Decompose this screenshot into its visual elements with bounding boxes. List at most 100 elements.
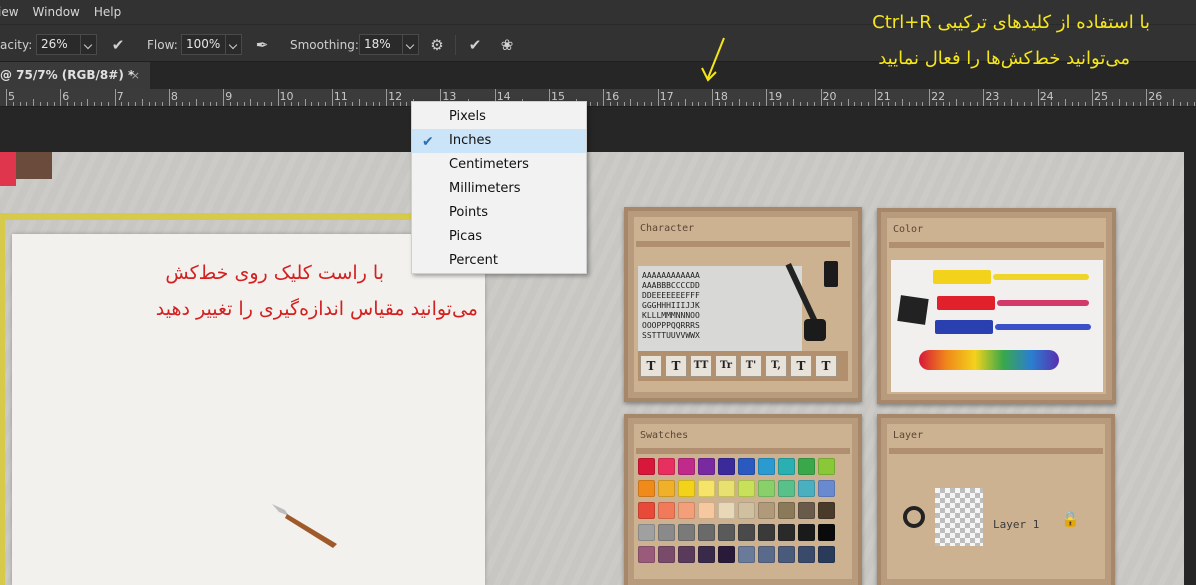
- photoshop-window: iew Window Help acity: 26% ✔ Flow: 100% …: [0, 0, 1196, 585]
- ruler-tick: [1125, 102, 1127, 106]
- type-tile: T,: [765, 355, 787, 377]
- ruler-tick: [168, 89, 170, 106]
- ruler-tick: [691, 102, 693, 106]
- ruler-tick: [304, 99, 306, 106]
- ruler-tick: [963, 102, 965, 106]
- symmetry-butterfly-icon[interactable]: ❀: [497, 35, 517, 55]
- airbrush-icon[interactable]: ✒: [252, 35, 272, 55]
- ruler-tick: [1085, 102, 1087, 106]
- menu-item-percent[interactable]: Percent: [412, 249, 586, 273]
- ruler-tick: [60, 89, 62, 106]
- opacity-dropdown[interactable]: [81, 34, 97, 55]
- menu-item-picas[interactable]: Picas: [412, 225, 586, 249]
- paint-swatch: [658, 458, 675, 475]
- ruler-label: 5: [8, 90, 15, 103]
- ruler-tick: [684, 99, 686, 106]
- blue-tube: [935, 320, 993, 334]
- smoothing-dropdown[interactable]: [403, 34, 419, 55]
- ruler-tick: [39, 102, 41, 106]
- paint-swatch: [678, 458, 695, 475]
- menu-item-pixels[interactable]: Pixels: [412, 105, 586, 129]
- red-tube: [937, 296, 995, 310]
- menu-view[interactable]: iew: [0, 5, 27, 19]
- menu-item-inches[interactable]: ✔ Inches: [412, 129, 586, 153]
- options-separator: [455, 35, 456, 55]
- ruler-tick: [196, 99, 198, 106]
- ruler-tick: [331, 89, 333, 106]
- ruler-tick: [1044, 102, 1046, 106]
- opacity-field[interactable]: 26%: [36, 34, 81, 55]
- ruler-tick: [1071, 102, 1073, 106]
- paint-swatch: [738, 502, 755, 519]
- paint-swatch: [738, 524, 755, 541]
- paint-swatch: [638, 480, 655, 497]
- ruler-tick: [1193, 102, 1195, 106]
- paint-swatch: [798, 458, 815, 475]
- smoothing-field[interactable]: 18%: [359, 34, 403, 55]
- ruler-tick: [610, 102, 612, 106]
- stencil-letters: AAAAAAAAAAAA AAABBBCCCCDD DDEEEEEEEFFF G…: [642, 271, 700, 340]
- ruler-tick: [6, 89, 7, 106]
- ruler-tick: [976, 102, 978, 106]
- ruler-tick: [372, 102, 374, 106]
- ruler-tick: [325, 102, 326, 106]
- ruler-tape-horizontal: [0, 213, 412, 220]
- ruler-tick: [121, 102, 123, 106]
- ruler-tick: [73, 102, 75, 106]
- ruler-tick: [236, 102, 238, 106]
- gear-icon[interactable]: ⚙: [427, 35, 447, 55]
- layer-box-label: Layer: [893, 430, 924, 441]
- pressure-opacity-icon[interactable]: ✔: [108, 35, 128, 55]
- ruler-tick: [399, 102, 401, 106]
- ruler-units-menu: Pixels ✔ Inches Centimeters Millimeters …: [411, 101, 587, 274]
- paint-swatch: [638, 524, 655, 541]
- document-tab[interactable]: @ 75/7% (RGB/8#) * ×: [0, 62, 150, 89]
- ruler-tick: [257, 102, 259, 106]
- pressure-size-icon[interactable]: ✔: [465, 35, 485, 55]
- ruler-tick: [284, 102, 286, 106]
- ruler-label: 6: [62, 90, 70, 103]
- ruler-tick: [874, 89, 876, 106]
- paint-swatch: [718, 524, 735, 541]
- ruler-tick: [1037, 89, 1039, 106]
- menu-item-points[interactable]: Points: [412, 201, 586, 225]
- ruler-tick: [33, 99, 35, 106]
- ruler-tick: [1010, 99, 1012, 106]
- horizontal-ruler[interactable]: 5 6 7 8 9 10 11 12 13 14 15 16 17 18 19 20 21 22 23 24 25 26: [0, 89, 1196, 107]
- ruler-tick: [759, 102, 761, 106]
- ruler-tick: [623, 102, 625, 106]
- ruler-tick: [766, 89, 768, 106]
- ruler-tick: [800, 102, 802, 106]
- ruler-tick: [705, 102, 707, 106]
- paint-swatch: [658, 480, 675, 497]
- ruler-tick: [94, 102, 96, 106]
- paint-swatch: [798, 524, 815, 541]
- ruler-tick: [589, 102, 591, 106]
- ruler-tick: [1064, 99, 1066, 106]
- ruler-tick: [379, 102, 381, 106]
- ruler-tick: [786, 102, 788, 106]
- character-box: Character AAAAAAAAAAAA AAABBBCCCCDD DDEE…: [624, 207, 862, 402]
- ruler-tick: [827, 102, 829, 106]
- menu-item-millimeters[interactable]: Millimeters: [412, 177, 586, 201]
- ruler-tick: [1112, 102, 1114, 106]
- menu-item-centimeters[interactable]: Centimeters: [412, 153, 586, 177]
- ruler-tick: [1024, 102, 1026, 106]
- menu-item-label: Pixels: [449, 109, 486, 124]
- ruler-tick: [270, 102, 272, 106]
- menu-help[interactable]: Help: [94, 5, 129, 19]
- pink-object: [0, 152, 16, 186]
- paint-swatch: [778, 546, 795, 563]
- menu-window[interactable]: Window: [33, 5, 88, 19]
- type-tile: T: [640, 355, 662, 377]
- flow-field[interactable]: 100%: [181, 34, 226, 55]
- type-tile: T: [815, 355, 837, 377]
- ruler-tick: [732, 102, 734, 106]
- flow-dropdown[interactable]: [226, 34, 242, 55]
- paint-swatch: [798, 546, 815, 563]
- ruler-tick: [935, 102, 937, 106]
- ruler-tick: [698, 102, 700, 106]
- ruler-tick: [739, 99, 741, 106]
- close-tab-icon[interactable]: ×: [131, 62, 140, 89]
- ruler-label: 8: [170, 90, 178, 103]
